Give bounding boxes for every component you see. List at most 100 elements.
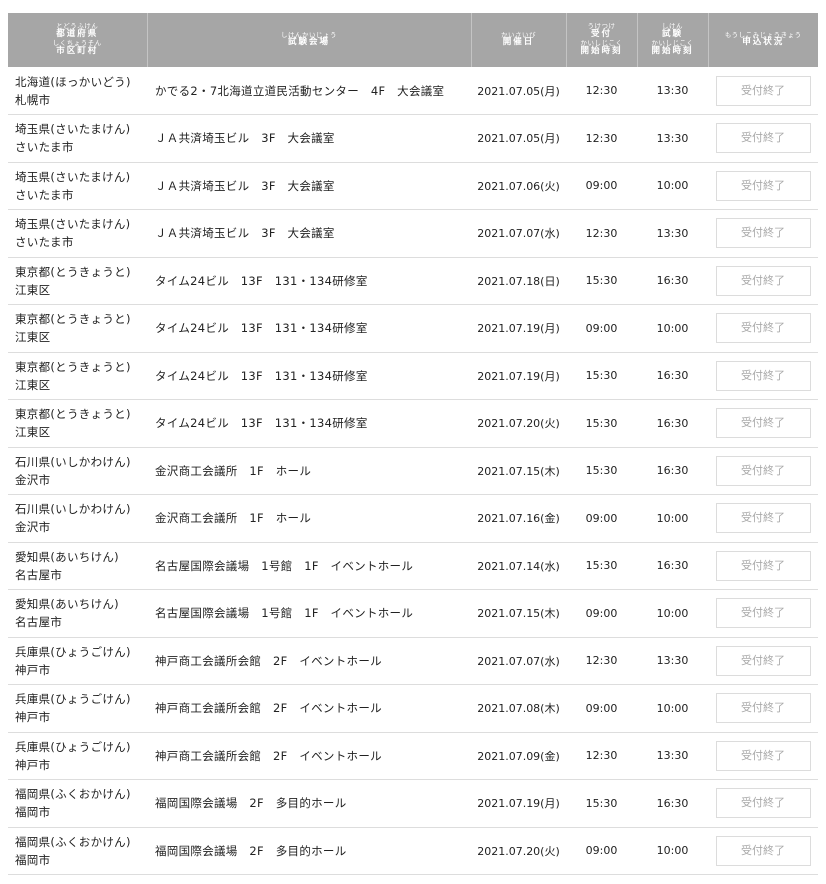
city-name: 福岡市 [15,852,51,867]
reception-start-time: 15:30 [585,796,618,810]
city-name: 名古屋市 [15,567,63,582]
prefecture-name: 埼玉県(さいたまけん) [15,122,131,137]
status-cell: 受付終了 [708,305,818,353]
table-row: 北海道(ほっかいどう) 札幌市 かでる2・7北海道立道民活動センター 4F 大会… [8,67,818,115]
exam-date: 2021.07.20(火) [477,844,560,858]
reception-start-time: 12:30 [585,654,618,668]
prefecture-cell: 埼玉県(さいたまけん) さいたま市 [8,115,147,163]
application-status-button[interactable]: 受付終了 [715,835,811,866]
exam-start-time: 16:30 [656,559,689,573]
reception-start-time: 15:30 [585,369,618,383]
table-row: 東京都(とうきょうと) 江東区 タイム24ビル 13F 131・134研修室 2… [8,352,818,400]
venue-name: 福岡国際会議場 2F 多目的ホール [155,796,347,811]
application-status-button[interactable]: 受付終了 [715,550,811,581]
exam-date: 2021.07.19(月) [477,369,560,383]
status-cell: 受付終了 [708,495,818,543]
table-row: 東京都(とうきょうと) 江東区 タイム24ビル 13F 131・134研修室 2… [8,305,818,353]
table-row: 埼玉県(さいたまけん) さいたま市 ＪＡ共済埼玉ビル 3F 大会議室 2021.… [8,210,818,257]
exam-date: 2021.07.07(水) [477,227,560,241]
exam-date: 2021.07.15(木) [477,607,560,621]
city-name: 金沢市 [15,520,51,535]
prefecture-name: 北海道(ほっかいどう) [15,74,131,89]
city-name: 江東区 [15,425,51,440]
application-status-button[interactable]: 受付終了 [715,693,811,724]
application-status-button[interactable]: 受付終了 [715,265,811,296]
prefecture-cell: 福岡県(ふくおかけん) 福岡市 [8,780,147,828]
prefecture-name: 埼玉県(さいたまけん) [15,169,131,184]
city-name: 神戸市 [15,710,51,725]
table-row: 愛知県(あいちけん) 名古屋市 名古屋国際会議場 1号館 1F イベントホール … [8,542,818,590]
table-row: 埼玉県(さいたまけん) さいたま市 ＪＡ共済埼玉ビル 3F 大会議室 2021.… [8,115,818,163]
reception-start-time: 09:00 [585,844,618,858]
exam-schedule: とどうふけん 都道府県 しくちょうそん 市区町村 しけんかいじょう 試験会場 か… [8,13,818,875]
status-cell: 受付終了 [708,447,818,495]
application-status-button[interactable]: 受付終了 [715,123,811,154]
prefecture-cell: 愛知県(あいちけん) 名古屋市 [8,542,147,590]
reception-start-time: 09:00 [585,701,618,715]
venue-name: かでる2・7北海道立道民活動センター 4F 大会議室 [155,83,445,98]
venue-name: 神戸商工会議所会館 2F イベントホール [155,653,382,668]
exam-start-time: 10:00 [656,844,689,858]
application-status-button[interactable]: 受付終了 [715,740,811,771]
exam-start-time: 16:30 [656,416,689,430]
exam-start-time: 16:30 [656,796,689,810]
prefecture-name: 愛知県(あいちけん) [15,549,119,564]
prefecture-cell: 埼玉県(さいたまけん) さいたま市 [8,162,147,210]
application-status-button[interactable]: 受付終了 [715,598,811,629]
application-status-button[interactable]: 受付終了 [715,313,811,344]
prefecture-cell: 東京都(とうきょうと) 江東区 [8,352,147,400]
exam-start-time: 16:30 [656,464,689,478]
exam-start-time: 13:30 [656,131,689,145]
application-status-button[interactable]: 受付終了 [715,218,811,249]
application-status-button[interactable]: 受付終了 [715,170,811,201]
prefecture-name: 埼玉県(さいたまけん) [15,217,131,232]
status-cell: 受付終了 [708,115,818,163]
prefecture-cell: 東京都(とうきょうと) 江東区 [8,400,147,448]
application-status-button[interactable]: 受付終了 [715,645,811,676]
prefecture-cell: 東京都(とうきょうと) 江東区 [8,257,147,305]
prefecture-name: 東京都(とうきょうと) [15,359,131,374]
city-name: 名古屋市 [15,615,63,630]
header-venue: しけんかいじょう 試験会場 [147,13,472,67]
application-status-button[interactable]: 受付終了 [715,75,811,106]
application-status-button[interactable]: 受付終了 [715,455,811,486]
exam-date: 2021.07.19(月) [477,797,560,811]
table-row: 石川県(いしかわけん) 金沢市 金沢商工会議所 1F ホール 2021.07.1… [8,447,818,495]
status-cell: 受付終了 [708,685,818,733]
status-cell: 受付終了 [708,780,818,828]
application-status-button[interactable]: 受付終了 [715,408,811,439]
status-cell: 受付終了 [708,590,818,638]
exam-date: 2021.07.08(木) [477,702,560,716]
prefecture-cell: 福岡県(ふくおかけん) 福岡市 [8,827,147,875]
header-exam-label: 試験 [661,29,683,40]
application-status-button[interactable]: 受付終了 [715,503,811,534]
exam-date: 2021.07.20(火) [477,417,560,431]
reception-start-time: 12:30 [585,84,618,97]
prefecture-name: 福岡県(ふくおかけん) [15,834,131,849]
application-status-button[interactable]: 受付終了 [715,360,811,391]
table-body: 北海道(ほっかいどう) 札幌市 かでる2・7北海道立道民活動センター 4F 大会… [8,67,818,875]
header-reception-label: 受付 [590,29,612,40]
status-cell: 受付終了 [708,400,818,448]
venue-name: タイム24ビル 13F 131・134研修室 [155,416,368,431]
prefecture-name: 兵庫県(ひょうごけん) [15,739,131,754]
status-cell: 受付終了 [708,352,818,400]
exam-date: 2021.07.07(水) [477,654,560,668]
city-name: 神戸市 [15,757,51,772]
reception-start-time: 12:30 [585,749,618,763]
reception-start-time: 15:30 [585,559,618,573]
status-cell: 受付終了 [708,67,818,115]
prefecture-cell: 石川県(いしかわけん) 金沢市 [8,495,147,543]
exam-start-time: 16:30 [656,274,689,288]
city-name: 福岡市 [15,805,51,820]
status-cell: 受付終了 [708,732,818,780]
header-exam-start-label: 開始時刻 [651,45,694,56]
venue-name: 名古屋国際会議場 1号館 1F イベントホール [155,606,414,621]
application-status-button[interactable]: 受付終了 [715,788,811,819]
prefecture-cell: 兵庫県(ひょうごけん) 神戸市 [8,637,147,685]
exam-start-time: 10:00 [656,321,689,335]
prefecture-name: 兵庫県(ひょうごけん) [15,692,131,707]
table-row: 兵庫県(ひょうごけん) 神戸市 神戸商工会議所会館 2F イベントホール 202… [8,685,818,733]
table-header: とどうふけん 都道府県 しくちょうそん 市区町村 しけんかいじょう 試験会場 か… [8,13,818,67]
status-cell: 受付終了 [708,637,818,685]
